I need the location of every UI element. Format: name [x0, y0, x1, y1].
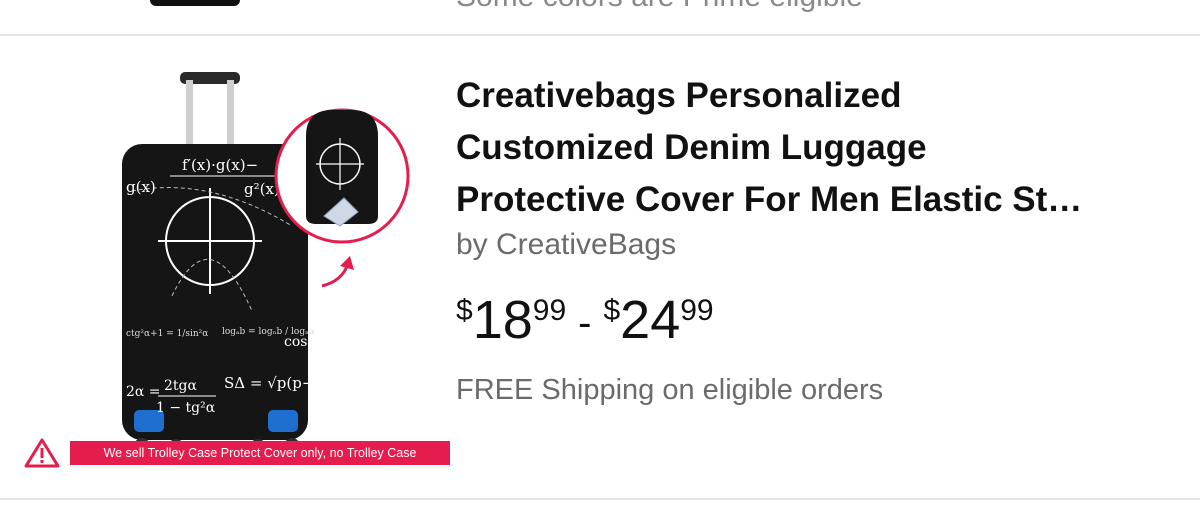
formula-text: ctg²α+1 = 1/sin²α [126, 329, 208, 339]
shipping-info: FREE Shipping on eligible orders [456, 374, 884, 406]
formula-text: g(x) [126, 178, 156, 196]
warning-triangle-icon [24, 438, 60, 468]
brand-byline: by CreativeBags [456, 228, 677, 261]
price-separator: - [578, 301, 592, 345]
currency-symbol: $ [456, 294, 473, 327]
price-low-whole: 18 [472, 290, 533, 350]
product-title-link[interactable]: Creativebags Personalized Customized Den… [456, 70, 1176, 226]
previous-result-row[interactable]: Some colors are Prime eligible [0, 0, 1200, 34]
curved-arrow-icon [321, 263, 350, 288]
price-low-cents: 99 [532, 294, 567, 327]
product-title-line: Protective Cover For Men Elastic St… [456, 180, 1083, 219]
product-title-line: Creativebags Personalized [456, 76, 902, 115]
formula-text: 2tgα [164, 378, 197, 394]
currency-symbol: $ [603, 294, 621, 327]
luggage-cover-illustration: f′(x)·g(x)− g(x) g²(x) ctg²α+1 = 1/sin²α… [122, 72, 410, 455]
wheel-guard [268, 410, 298, 432]
formula-text: g²(x) [244, 180, 280, 198]
formula-text: SΔ = √p(p− [224, 374, 314, 392]
formula-text: cos [284, 334, 307, 350]
formula-text: f′(x)·g(x)− [182, 156, 258, 174]
previous-shipping-note: Some colors are Prime eligible [456, 0, 863, 14]
product-title-line: Customized Denim Luggage [456, 128, 927, 167]
price-high-cents: 99 [680, 294, 714, 327]
price-high-whole: 24 [620, 290, 681, 350]
previous-product-image [150, 0, 240, 6]
price-range: $1899- $2499 [456, 288, 714, 352]
divider [0, 498, 1200, 500]
product-image[interactable]: f′(x)·g(x)− g(x) g²(x) ctg²α+1 = 1/sin²α… [22, 66, 432, 476]
formula-text: 1 − tg²α [156, 400, 216, 416]
formula-text: 2α = [126, 384, 161, 400]
product-result-card[interactable]: f′(x)·g(x)− g(x) g²(x) ctg²α+1 = 1/sin²α… [0, 36, 1200, 498]
warning-notice: We sell Trolley Case Protect Cover only,… [24, 436, 450, 468]
warning-banner-text: We sell Trolley Case Protect Cover only,… [70, 441, 450, 465]
